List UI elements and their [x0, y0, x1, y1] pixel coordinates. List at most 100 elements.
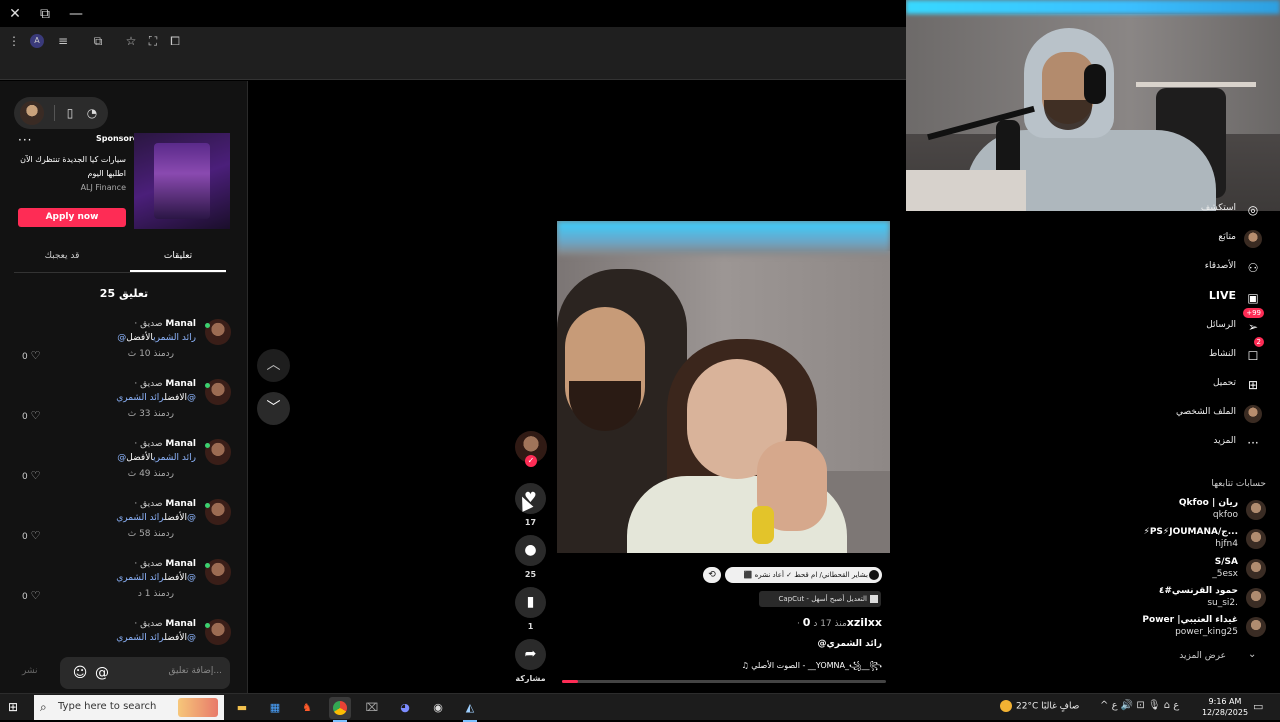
split-view-icon[interactable]: ⧠ — [166, 32, 184, 50]
following-account[interactable]: ⚡PS⚡JOUMANA/ج... hjfn4 — [1140, 527, 1266, 551]
minimize-window-icon[interactable]: — — [66, 4, 86, 24]
close-window-icon[interactable]: ✕ — [5, 4, 25, 24]
chevron-down-icon[interactable]: ⌄ — [1248, 649, 1256, 660]
sidebar-item-upload[interactable]: تحميل ⊞ — [1140, 374, 1266, 396]
store-icon[interactable]: ▦ — [264, 697, 286, 719]
account-avatar[interactable] — [1246, 500, 1266, 520]
heart-outline-icon[interactable]: ♡ — [31, 349, 41, 362]
tab-comments[interactable]: تعليقات — [130, 251, 226, 261]
commenter-name[interactable]: Manal — [165, 559, 196, 569]
comment-like[interactable]: 0 ♡ — [22, 409, 40, 422]
compass-icon[interactable]: ◔ — [82, 103, 102, 123]
media-control-icon[interactable]: ≡ — [54, 32, 72, 50]
sidebar-item-activity[interactable]: النشاط ☐ 2 — [1140, 337, 1266, 367]
comment-action[interactable]: ● 25 — [514, 535, 547, 579]
following-account[interactable]: حمود القرنسي#٤ su_si2. — [1140, 586, 1266, 610]
mention-icon[interactable]: @ — [92, 663, 112, 683]
heart-outline-icon[interactable]: ♡ — [31, 409, 41, 422]
commenter-name[interactable]: Manal — [165, 619, 196, 629]
repost-badge[interactable]: ⬛ بشاير القحطاني/ ام قحط ✓ أعاد نشره — [725, 567, 882, 583]
account-avatar[interactable] — [1246, 617, 1266, 637]
comment-like[interactable]: 0 ♡ — [22, 589, 40, 602]
taskbar-search-box[interactable]: ⌕ Type here to search — [34, 695, 224, 720]
share-action[interactable]: ➦ مشاركة — [514, 639, 547, 683]
browser-menu-icon[interactable]: ⋮ — [5, 32, 23, 50]
sidebar-item-friends[interactable]: الأصدقاء ⚇ — [1140, 257, 1266, 279]
profile-icon[interactable]: A — [30, 34, 44, 48]
reply-button[interactable]: رد — [166, 589, 174, 599]
commenter-name[interactable]: Manal — [165, 379, 196, 389]
previous-video-button[interactable]: ︿ — [257, 349, 290, 382]
brave-icon[interactable]: ♞ — [296, 697, 318, 719]
see-more-link[interactable]: عرض المزيد — [1179, 651, 1226, 661]
comment-input[interactable]: ☺ @ إضافة تعليق... — [60, 657, 230, 689]
emoji-icon[interactable]: ☺ — [70, 663, 90, 683]
reply-button[interactable]: رد — [166, 349, 174, 359]
comment-like[interactable]: 0 ♡ — [22, 469, 40, 482]
sponsored-ad[interactable]: ··· Sponsored سيارات كيا الجديدة تنتظرك … — [18, 133, 230, 229]
phone-icon[interactable]: ▯ — [60, 103, 80, 123]
terminal-icon[interactable]: ⌧ — [361, 697, 383, 719]
save-action[interactable]: ▮ 1 — [514, 587, 547, 631]
commenter-name[interactable]: Manal — [165, 439, 196, 449]
follow-plus-icon[interactable]: ✓ — [525, 455, 537, 467]
sidebar-item-live[interactable]: LIVE ▣ — [1140, 287, 1266, 309]
capcut-badge[interactable]: CapCut - التعديل أصبح أسهل — [759, 591, 881, 607]
taskbar-clock[interactable]: 9:16 AM 12/28/2025 — [1200, 696, 1250, 718]
system-tray[interactable]: ^ ع ⌂ 🎙 ⊡ 🔊 ع — [1100, 700, 1179, 711]
extensions-icon[interactable]: ⧉ — [89, 32, 107, 50]
sidebar-item-messages[interactable]: الرسائل ➢ +99 — [1140, 308, 1266, 338]
account-avatar[interactable] — [1246, 588, 1266, 608]
caption-mention[interactable]: @رائد الشمري — [818, 639, 882, 649]
account-pill[interactable]: ▯ ◔ — [14, 97, 108, 129]
bookmark-icon[interactable]: ▮ — [515, 587, 546, 618]
ad-thumbnail[interactable] — [134, 133, 230, 229]
sidebar-item-following-avatar[interactable]: متابَع ● — [1140, 228, 1266, 250]
steam-icon[interactable]: ◭ — [459, 697, 481, 722]
ad-more-icon[interactable]: ··· — [18, 133, 32, 147]
video-player[interactable] — [557, 221, 890, 553]
heart-outline-icon[interactable]: ♡ — [31, 469, 41, 482]
bookmark-star-icon[interactable]: ☆ — [122, 32, 140, 50]
reply-button[interactable]: رد — [166, 409, 174, 419]
sidebar-item-more[interactable]: المزيد ··· — [1140, 432, 1266, 454]
share-icon[interactable]: ➦ — [515, 639, 546, 670]
music-track[interactable]: ♫ الصوت الأصلي - __YOMNA_꧁__꧂ — [742, 660, 883, 676]
account-avatar[interactable] — [1246, 559, 1266, 579]
comment-like-count: 0 — [22, 352, 28, 362]
sidebar-item-profile-avatar[interactable]: الملف الشخصي ● — [1140, 403, 1266, 425]
repost-icon[interactable]: ⟲ — [703, 567, 721, 583]
post-comment-button[interactable]: نشر — [22, 666, 38, 676]
comment-like[interactable]: 0 ♡ — [22, 349, 40, 362]
obs-icon[interactable]: ◉ — [427, 697, 449, 719]
reply-button[interactable]: رد — [166, 529, 174, 539]
heart-outline-icon[interactable]: ♡ — [31, 529, 41, 542]
following-account[interactable]: Qkfoo | ريان qkfoo — [1140, 498, 1266, 522]
notifications-icon[interactable]: ▭ — [1253, 700, 1263, 713]
discord-icon[interactable]: ◕ — [394, 697, 416, 719]
restore-window-icon[interactable]: ⧉ — [35, 4, 55, 24]
windows-start-icon[interactable]: ⊞ — [8, 700, 22, 714]
next-video-button[interactable]: ﹀ — [257, 392, 290, 425]
following-account[interactable]: S/SA _5esx — [1140, 557, 1266, 581]
comment-count-label: 25 — [524, 570, 537, 579]
sidebar-item-explore[interactable]: استكشف ◎ — [1140, 199, 1266, 221]
user-avatar[interactable] — [20, 101, 44, 125]
reply-button[interactable]: رد — [166, 469, 174, 479]
screenshot-icon[interactable]: ⛶ — [144, 32, 162, 50]
following-account[interactable]: Power |غيداء العتيبي power_king25 — [1140, 615, 1266, 639]
comment-icon[interactable]: ● — [515, 535, 546, 566]
tab-you-may-like[interactable]: قد يعجبك — [14, 251, 110, 261]
weather-widget[interactable]: 22°C صافٍ غالبًا — [1000, 700, 1079, 712]
ad-headline[interactable]: سيارات كيا الجديدة تنتظرك الآن اطلبها ال… — [16, 153, 126, 181]
heart-outline-icon[interactable]: ♡ — [31, 589, 41, 602]
commenter-name[interactable]: Manal — [165, 499, 196, 509]
chrome-icon[interactable] — [329, 697, 351, 722]
comment-like[interactable]: 0 ♡ — [22, 529, 40, 542]
creator-avatar[interactable]: ✓ — [515, 431, 547, 467]
video-progress-bar[interactable] — [562, 680, 886, 683]
apply-now-button[interactable]: Apply now — [18, 208, 126, 227]
account-avatar[interactable] — [1246, 529, 1266, 549]
file-explorer-icon[interactable]: ▬ — [231, 697, 253, 719]
commenter-name[interactable]: Manal — [165, 319, 196, 329]
